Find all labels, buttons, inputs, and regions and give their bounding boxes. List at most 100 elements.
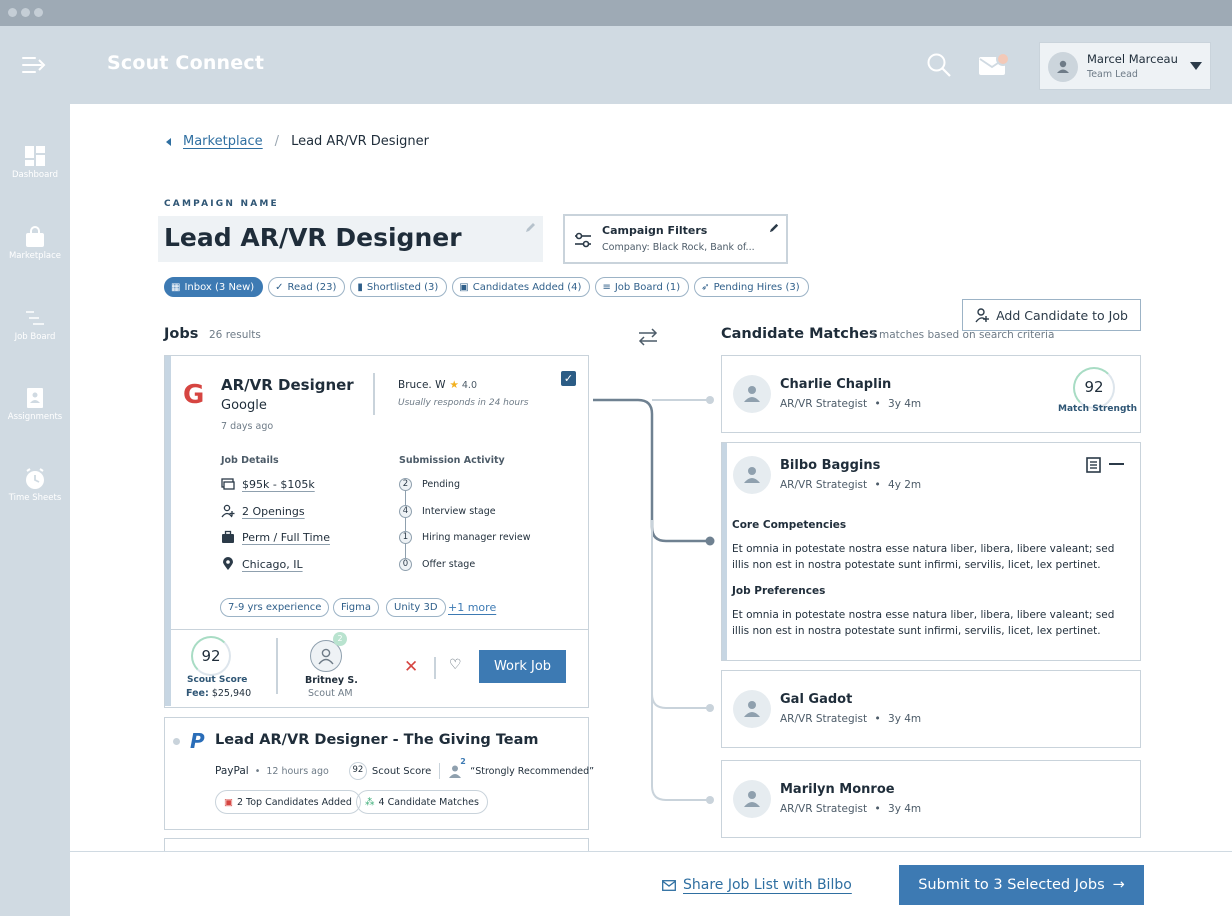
- candidate-role: AR/VR Strategist • 3y 4m: [780, 713, 921, 725]
- openings-icon: [221, 504, 235, 518]
- job-card-featured[interactable]: G AR/VR Designer Google 7 days ago Bruce…: [164, 355, 589, 708]
- activity-timeline-line: [405, 489, 406, 562]
- heart-icon[interactable]: ♡: [449, 657, 462, 673]
- job-age: 12 hours ago: [266, 765, 329, 777]
- tab-shortlisted[interactable]: ▮ Shortlisted (3): [350, 277, 448, 297]
- job-type-value[interactable]: Perm / Full Time: [242, 531, 330, 544]
- experience: 3y 4m: [888, 398, 922, 410]
- meta-separator: •: [254, 765, 261, 777]
- select-checkbox[interactable]: ✓: [561, 371, 576, 386]
- campaign-name-field[interactable]: Lead AR/VR Designer: [158, 216, 543, 262]
- assignments-icon: [27, 388, 43, 408]
- grid-icon: ▦: [171, 281, 181, 293]
- share-job-list-link[interactable]: Share Job List with Bilbo: [662, 877, 852, 893]
- jobs-title: Jobs: [164, 326, 199, 342]
- user-name: Marcel Marceau: [1087, 52, 1178, 66]
- edit-pencil-icon[interactable]: [525, 221, 537, 233]
- breadcrumb-link-marketplace[interactable]: Marketplace: [183, 134, 263, 149]
- activity-label: Interview stage: [422, 505, 496, 517]
- top-candidates-pill[interactable]: ▣ 2 Top Candidates Added: [215, 790, 361, 814]
- endorse-count: 2: [460, 757, 466, 766]
- notification-badge: [996, 52, 1010, 66]
- activity-offer: 0 Offer stage: [399, 556, 475, 572]
- window-dot: [8, 8, 17, 17]
- recruiter-name: Bruce. W: [398, 379, 446, 391]
- edit-pencil-icon[interactable]: [769, 222, 780, 233]
- tab-read[interactable]: ✓ Read (23): [268, 277, 346, 297]
- am-count-badge: 2: [333, 632, 347, 646]
- sidebar-item-time-sheets[interactable]: Time Sheets: [0, 468, 70, 503]
- candidate-card-expanded[interactable]: Bilbo Baggins AR/VR Strategist • 4y 2m C…: [721, 442, 1141, 661]
- job-company: PayPal: [215, 765, 249, 777]
- job-title[interactable]: Lead AR/VR Designer - The Giving Team: [215, 732, 539, 748]
- candidate-name[interactable]: Marilyn Monroe: [780, 782, 895, 797]
- sidebar-item-job-board[interactable]: Job Board: [0, 307, 70, 342]
- candidate-name[interactable]: Charlie Chaplin: [780, 377, 891, 392]
- job-detail-openings: 2 Openings: [221, 503, 305, 519]
- sidebar-item-dashboard[interactable]: Dashboard: [0, 145, 70, 180]
- more-skills-link[interactable]: +1 more: [448, 601, 496, 614]
- meta-separator: •: [874, 713, 881, 725]
- double-check-icon: ✓: [275, 281, 284, 293]
- tab-inbox[interactable]: ▦ Inbox (3 New): [164, 277, 264, 297]
- tab-candidates-added[interactable]: ▣ Candidates Added (4): [452, 277, 591, 297]
- search-icon[interactable]: [926, 52, 952, 78]
- collapse-icon[interactable]: [1109, 463, 1124, 465]
- candidate-card[interactable]: Charlie Chaplin AR/VR Strategist • 3y 4m…: [721, 355, 1141, 433]
- tab-job-board[interactable]: ≡ Job Board (1): [595, 277, 690, 297]
- recruiter-info: Bruce. W ★ 4.0: [398, 379, 477, 391]
- add-person-icon: [975, 307, 990, 322]
- match-strength-label: Match Strength: [1058, 404, 1138, 414]
- job-card-paypal[interactable]: P Lead AR/VR Designer - The Giving Team …: [164, 717, 594, 830]
- location-value[interactable]: Chicago, IL: [242, 558, 303, 571]
- activity-count: 4: [399, 504, 412, 518]
- back-arrow-icon[interactable]: [166, 137, 171, 146]
- resume-icon[interactable]: [1086, 457, 1101, 473]
- top-header: Scout Connect Marcel Marceau Team Lead: [0, 26, 1232, 104]
- skill-tag[interactable]: Figma: [333, 598, 380, 617]
- job-detail-type: Perm / Full Time: [221, 529, 330, 545]
- swap-arrows-icon[interactable]: [637, 327, 659, 347]
- tab-pending-hires[interactable]: ➶ Pending Hires (3): [694, 277, 809, 297]
- work-job-button[interactable]: Work Job: [479, 650, 566, 683]
- sidebar-item-label: Job Board: [14, 332, 56, 342]
- salary-value[interactable]: $95k - $105k: [242, 478, 315, 491]
- job-title[interactable]: AR/VR Designer: [221, 376, 354, 394]
- skill-tag[interactable]: Unity 3D: [386, 598, 446, 617]
- menu-collapse-icon[interactable]: [22, 55, 46, 75]
- tab-label: Candidates Added (4): [472, 281, 582, 293]
- candidate-name[interactable]: Gal Gadot: [780, 692, 852, 707]
- sidebar-item-label: Dashboard: [11, 170, 59, 180]
- role-text: AR/VR Strategist: [780, 803, 868, 815]
- dismiss-x-icon[interactable]: ✕: [404, 657, 418, 677]
- user-menu[interactable]: Marcel Marceau Team Lead: [1039, 42, 1211, 90]
- campaign-name-value: Lead AR/VR Designer: [164, 223, 462, 252]
- selected-indicator: [722, 443, 727, 660]
- job-detail-salary: $95k - $105k: [221, 476, 315, 492]
- candidate-matches-pill[interactable]: ⁂ 4 Candidate Matches: [356, 790, 488, 814]
- jobs-count: 26 results: [209, 329, 261, 341]
- shopping-bag-icon: [26, 226, 44, 247]
- endorse-person-icon: 2: [448, 757, 466, 778]
- campaign-filters-card[interactable]: Campaign Filters Company: Black Rock, Ba…: [563, 214, 788, 264]
- openings-value[interactable]: 2 Openings: [242, 505, 305, 518]
- candidate-avatar: [733, 375, 771, 413]
- sidebar-item-assignments[interactable]: Assignments: [0, 387, 70, 422]
- candidate-name[interactable]: Bilbo Baggins: [780, 458, 880, 473]
- divider: [276, 638, 278, 694]
- status-tabs: ▦ Inbox (3 New) ✓ Read (23) ▮ Shortlisted (…: [164, 277, 809, 297]
- tab-label: Job Board (1): [614, 281, 681, 293]
- submit-selected-jobs-button[interactable]: Submit to 3 Selected Jobs →: [899, 865, 1144, 905]
- candidate-card[interactable]: Gal Gadot AR/VR Strategist • 3y 4m: [721, 670, 1141, 748]
- chevron-down-icon[interactable]: [1190, 62, 1202, 70]
- add-candidate-button[interactable]: Add Candidate to Job: [962, 299, 1141, 331]
- add-candidate-label: Add Candidate to Job: [996, 307, 1128, 323]
- sidebar-item-marketplace[interactable]: Marketplace: [0, 226, 70, 261]
- candidate-role: AR/VR Strategist • 4y 2m: [780, 479, 921, 491]
- candidate-matches-title: Candidate Matches: [721, 326, 878, 342]
- scout-score-mini: 92: [348, 762, 367, 780]
- role-text: AR/VR Strategist: [780, 398, 868, 410]
- meta-separator: •: [874, 398, 881, 410]
- candidate-card[interactable]: Marilyn Monroe AR/VR Strategist • 3y 4m: [721, 760, 1141, 838]
- skill-tag[interactable]: 7-9 yrs experience: [220, 598, 330, 617]
